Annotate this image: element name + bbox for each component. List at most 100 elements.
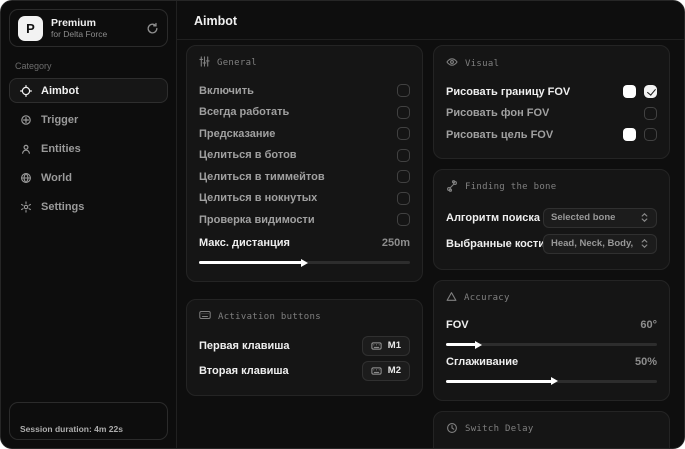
row-label: Рисовать границу FOV	[446, 86, 570, 98]
switch-delay-card: Switch Delay Задержка переключения Задер…	[433, 411, 670, 449]
keybind-value: M1	[388, 340, 401, 351]
fov-group: FOV 60°	[446, 315, 657, 347]
visual-controls	[623, 85, 657, 98]
row-label: Первая клавиша	[199, 340, 290, 352]
color-swatch[interactable]	[623, 128, 636, 141]
row-label: Рисовать цель FOV	[446, 129, 553, 141]
dropdown-value: Selected bone	[551, 212, 615, 223]
left-column: General Включить Всегда работать Предска…	[186, 45, 423, 448]
sidebar-item-label: World	[41, 172, 72, 184]
brand-name: Premium	[51, 17, 138, 30]
checkbox-prediction[interactable]	[397, 127, 410, 140]
toggle-row-target-knocked: Целиться в нокнутых	[199, 188, 410, 210]
checkbox-target-teammates[interactable]	[397, 170, 410, 183]
max-distance-slider[interactable]	[199, 261, 410, 264]
eye-icon	[446, 56, 458, 71]
checkbox-always-work[interactable]	[397, 106, 410, 119]
sidebar-item-trigger[interactable]: Trigger	[9, 107, 168, 132]
color-swatch[interactable]	[623, 85, 636, 98]
section-title: Visual	[465, 59, 499, 69]
keybind-button-primary[interactable]: M1	[362, 336, 410, 356]
entities-icon	[20, 143, 32, 155]
sidebar-item-entities[interactable]: Entities	[9, 136, 168, 161]
visual-row-fov-target: Рисовать цель FOV	[446, 124, 657, 146]
row-label: Предсказание	[199, 128, 275, 140]
sidebar-item-label: Entities	[41, 143, 81, 155]
checkbox-target-knocked[interactable]	[397, 192, 410, 205]
checkbox-visibility-check[interactable]	[397, 213, 410, 226]
toggle-row-visibility-check: Проверка видимости	[199, 209, 410, 231]
smoothing-row: Сглаживание 50%	[446, 351, 657, 373]
checkbox-fov-target[interactable]	[644, 128, 657, 141]
fov-row: FOV 60°	[446, 315, 657, 337]
checkbox-target-bots[interactable]	[397, 149, 410, 162]
sidebar-item-aimbot[interactable]: Aimbot	[9, 78, 168, 103]
smoothing-slider[interactable]	[446, 380, 657, 383]
keyboard-icon	[371, 337, 382, 355]
section-title: Finding the bone	[465, 182, 557, 192]
app-window: P Premium for Delta Force Category Aimbo…	[0, 0, 685, 449]
row-label: Рисовать фон FOV	[446, 107, 549, 119]
checkbox-fov-border[interactable]	[644, 85, 657, 98]
unfold-icon	[640, 235, 649, 253]
session-duration: Session duration: 4m 22s	[20, 424, 123, 434]
keybind-button-secondary[interactable]: M2	[362, 361, 410, 381]
bone-selected-row: Выбранные кости Head, Neck, Body, Pe..	[446, 231, 657, 257]
row-label: Алгоритм поиска костей	[446, 212, 543, 224]
slider-fill	[446, 380, 552, 383]
slider-fill	[199, 261, 302, 264]
toggle-row-enable: Включить	[199, 80, 410, 102]
fov-slider[interactable]	[446, 343, 657, 346]
triangle-icon	[446, 291, 457, 305]
bone-icon	[446, 180, 458, 195]
brand-subtitle: for Delta Force	[51, 29, 138, 39]
refresh-icon[interactable]	[146, 22, 159, 35]
sidebar-item-world[interactable]: World	[9, 165, 168, 190]
scope-icon	[20, 114, 32, 126]
switch-delay-header: Switch Delay	[446, 422, 657, 437]
visual-row-fov-border: Рисовать границу FOV	[446, 81, 657, 103]
selected-bones-dropdown[interactable]: Head, Neck, Body, Pe..	[543, 234, 657, 254]
sidebar-item-settings[interactable]: Settings	[9, 194, 168, 219]
bone-algorithm-dropdown[interactable]: Selected bone	[543, 208, 657, 228]
toggle-row-target-bots: Целиться в ботов	[199, 145, 410, 167]
row-label: Макс. дистанция	[199, 237, 290, 249]
keybind-row-primary: Первая клавиша M1	[199, 333, 410, 358]
sidebar-item-label: Settings	[41, 201, 84, 213]
section-title: General	[217, 58, 257, 68]
fov-value: 60°	[640, 319, 657, 331]
visual-header: Visual	[446, 56, 657, 71]
unfold-icon	[640, 209, 649, 227]
main-panel: Aimbot General Включить	[177, 1, 684, 448]
activation-card: Activation buttons Первая клавиша M1	[186, 299, 423, 396]
row-label: Целиться в тиммейтов	[199, 171, 325, 183]
session-box: Session duration: 4m 22s	[9, 402, 168, 440]
bone-header: Finding the bone	[446, 180, 657, 195]
slider-fill	[446, 343, 476, 346]
bone-card: Finding the bone Алгоритм поиска костей …	[433, 169, 670, 270]
section-title: Accuracy	[464, 293, 510, 303]
clock-icon	[446, 422, 458, 437]
max-distance-value: 250m	[382, 237, 410, 249]
right-column: Visual Рисовать границу FOV Рисовать фон…	[433, 45, 670, 448]
toggle-row-prediction: Предсказание	[199, 123, 410, 145]
section-title: Activation buttons	[218, 312, 321, 322]
keyboard-icon	[199, 310, 211, 323]
keybind-row-secondary: Вторая клавиша M2	[199, 358, 410, 383]
gear-icon	[20, 201, 32, 213]
max-distance-row: Макс. дистанция 250m	[199, 233, 410, 255]
toggle-row-always-work: Всегда работать	[199, 102, 410, 124]
row-label: FOV	[446, 319, 469, 331]
keyboard-icon	[371, 362, 382, 380]
section-title: Switch Delay	[465, 424, 534, 434]
checkbox-fov-background[interactable]	[644, 107, 657, 120]
sidebar-item-label: Aimbot	[41, 85, 79, 97]
row-label: Целиться в нокнутых	[199, 192, 317, 204]
switch-delay-toggle-row: Задержка переключения	[446, 447, 657, 449]
smoothing-group: Сглаживание 50%	[446, 351, 657, 383]
visual-card: Visual Рисовать границу FOV Рисовать фон…	[433, 45, 670, 159]
crosshair-icon	[20, 85, 32, 97]
general-header: General	[199, 56, 410, 70]
row-label: Проверка видимости	[199, 214, 315, 226]
checkbox-enable[interactable]	[397, 84, 410, 97]
